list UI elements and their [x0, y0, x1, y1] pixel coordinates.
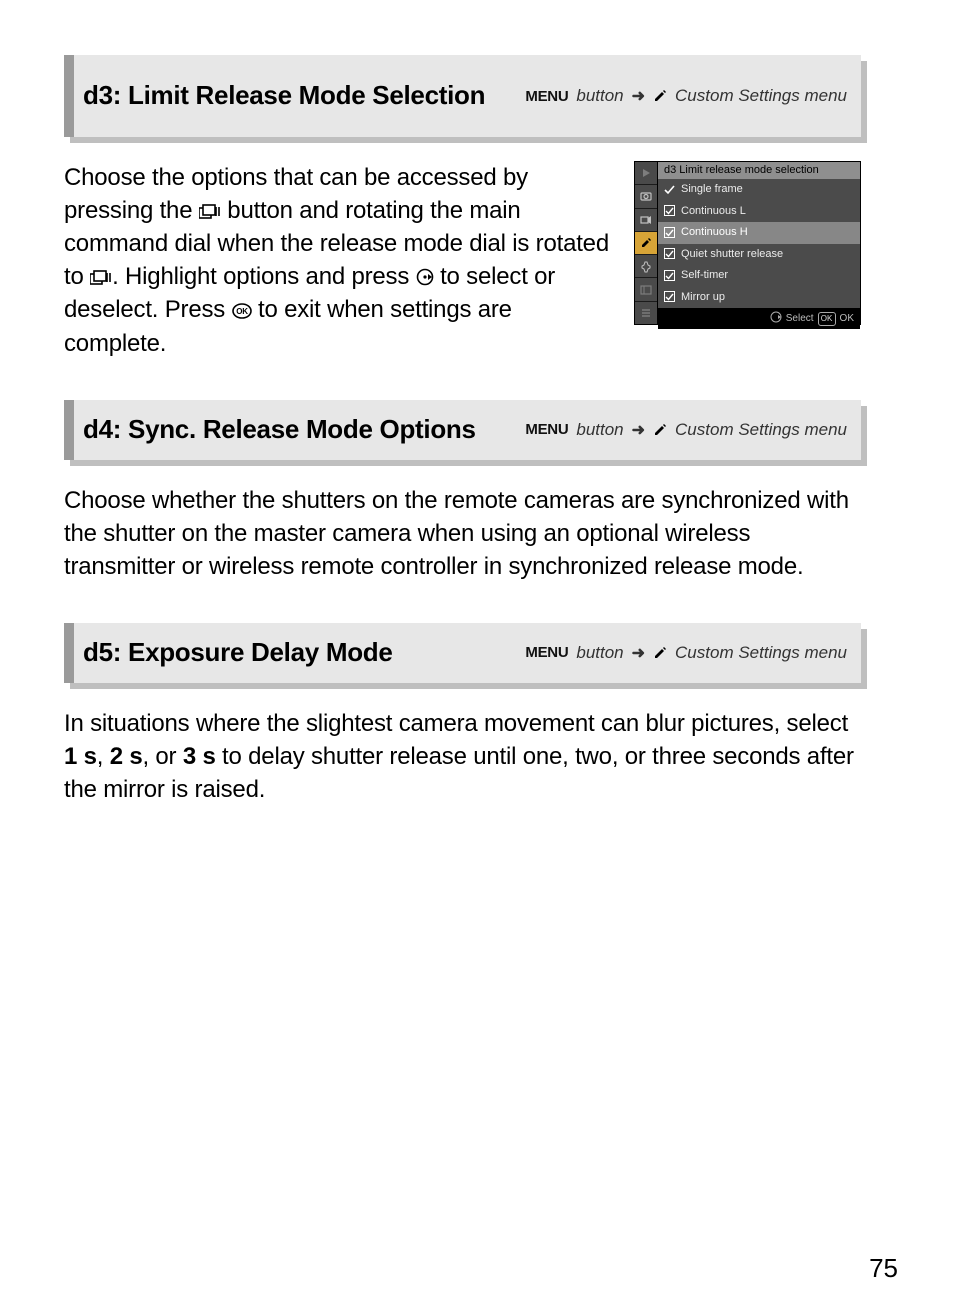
camera-menu-list: Single frame Continuous L Continuous H Q…	[658, 179, 860, 308]
pencil-icon	[653, 89, 667, 103]
page-number: 75	[869, 1253, 898, 1284]
section-title-d5: d5: Exposure Delay Mode	[83, 638, 525, 668]
body-d5: In situations where the slightest camera…	[64, 707, 861, 806]
multi-selector-right-icon	[416, 268, 434, 286]
ok-button-icon: OK	[232, 303, 252, 319]
camera-menu-item: Continuous L	[658, 201, 860, 223]
pencil-icon	[653, 646, 667, 660]
breadcrumb-d5: MENU button ➜ Custom Settings menu	[525, 643, 847, 663]
camera-menu-item: Continuous H	[658, 222, 860, 244]
section-heading-d5: d5: Exposure Delay Mode MENU button ➜ Cu…	[64, 623, 898, 683]
camera-menu-screenshot: d3 Limit release mode selection Single f…	[634, 161, 861, 325]
check-icon	[664, 184, 675, 195]
burst-icon	[90, 270, 112, 286]
arrow-icon: ➜	[632, 420, 645, 440]
button-word: button	[576, 86, 623, 106]
ok-badge-icon: OK	[818, 312, 836, 326]
tab-movie-shooting-icon	[635, 209, 657, 232]
breadcrumb-target: Custom Settings menu	[675, 86, 847, 106]
camera-menu-item: Mirror up	[658, 287, 860, 309]
tab-photo-shooting-icon	[635, 185, 657, 208]
camera-menu-footer: Select OK OK	[658, 308, 860, 329]
menu-label: MENU	[525, 421, 568, 438]
arrow-icon: ➜	[632, 643, 645, 663]
arrow-icon: ➜	[632, 86, 645, 106]
checkbox-checked-icon	[664, 291, 675, 302]
checkbox-checked-icon	[664, 227, 675, 238]
button-word: button	[576, 643, 623, 663]
body-d3: Choose the options that can be accessed …	[64, 161, 616, 360]
pencil-icon	[653, 423, 667, 437]
multi-selector-icon	[770, 311, 782, 326]
button-word: button	[576, 420, 623, 440]
menu-label: MENU	[525, 88, 568, 105]
tab-custom-settings-icon	[635, 232, 657, 255]
tab-my-menu-icon	[635, 302, 657, 324]
breadcrumb-d3: MENU button ➜ Custom Settings menu	[525, 86, 847, 106]
camera-menu-item: Quiet shutter release	[658, 244, 860, 266]
section-title-d3: d3: Limit Release Mode Selection	[83, 81, 525, 111]
body-d4: Choose whether the shutters on the remot…	[64, 484, 861, 583]
camera-menu-item: Single frame	[658, 179, 860, 201]
breadcrumb-d4: MENU button ➜ Custom Settings menu	[525, 420, 847, 440]
tab-retouch-icon	[635, 278, 657, 301]
tab-playback-icon	[635, 162, 657, 185]
section-heading-d4: d4: Sync. Release Mode Options MENU butt…	[64, 400, 898, 460]
checkbox-checked-icon	[664, 205, 675, 216]
checkbox-checked-icon	[664, 270, 675, 281]
tab-setup-icon	[635, 255, 657, 278]
svg-text:OK: OK	[236, 307, 248, 316]
camera-menu-tabs	[635, 162, 658, 324]
camera-menu-item: Self-timer	[658, 265, 860, 287]
breadcrumb-target: Custom Settings menu	[675, 420, 847, 440]
camera-menu-screen-title: d3 Limit release mode selection	[658, 162, 860, 179]
menu-label: MENU	[525, 644, 568, 661]
checkbox-checked-icon	[664, 248, 675, 259]
burst-icon	[199, 204, 221, 220]
section-title-d4: d4: Sync. Release Mode Options	[83, 415, 525, 445]
breadcrumb-target: Custom Settings menu	[675, 643, 847, 663]
section-heading-d3: d3: Limit Release Mode Selection MENU bu…	[64, 55, 898, 137]
